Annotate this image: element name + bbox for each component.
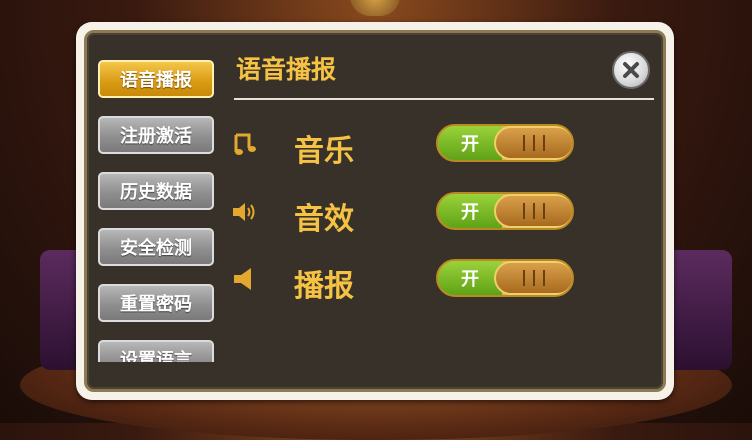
broadcast-toggle[interactable]: 开 (436, 259, 574, 297)
sound-effect-toggle[interactable]: 开 (436, 192, 574, 230)
sidebar-item-voice-broadcast[interactable]: 语音播报 (98, 60, 214, 98)
settings-dialog: 语音播报 注册激活 历史数据 安全检测 重置密码 设置语言 语音播报 音乐 开 … (76, 22, 674, 400)
toggle-on-label: 开 (438, 261, 502, 295)
sidebar-item-register-activate[interactable]: 注册激活 (98, 116, 214, 154)
toggle-knob[interactable] (494, 126, 572, 160)
music-label: 音乐 (294, 134, 354, 169)
sidebar-item-label: 设置语言 (120, 350, 192, 362)
music-note-icon (234, 133, 256, 155)
toggle-on-label: 开 (438, 194, 502, 228)
settings-sidebar[interactable]: 语音播报 注册激活 历史数据 安全检测 重置密码 设置语言 (96, 60, 216, 362)
close-button[interactable] (612, 51, 650, 89)
sidebar-item-history-data[interactable]: 历史数据 (98, 172, 214, 210)
section-title: 语音播报 (236, 55, 337, 84)
background-crown-ornament (350, 0, 400, 16)
close-icon (623, 62, 639, 78)
speaker-sound-icon (233, 203, 255, 221)
sidebar-item-label: 语音播报 (120, 70, 192, 91)
sidebar-item-set-language[interactable]: 设置语言 (98, 340, 214, 362)
toggle-knob[interactable] (494, 261, 572, 295)
toggle-on-label: 开 (438, 126, 502, 160)
sidebar-item-label: 历史数据 (120, 182, 192, 203)
sidebar-item-label: 注册激活 (120, 126, 192, 147)
sidebar-item-reset-password[interactable]: 重置密码 (98, 284, 214, 322)
music-toggle[interactable]: 开 (436, 124, 574, 162)
sidebar-item-security-check[interactable]: 安全检测 (98, 228, 214, 266)
title-divider (234, 98, 654, 100)
speaker-icon (234, 268, 251, 290)
broadcast-label: 播报 (294, 269, 354, 304)
sound-effect-label: 音效 (294, 202, 354, 237)
toggle-knob[interactable] (494, 194, 572, 228)
sidebar-item-label: 重置密码 (120, 294, 192, 315)
sidebar-item-label: 安全检测 (120, 238, 192, 259)
